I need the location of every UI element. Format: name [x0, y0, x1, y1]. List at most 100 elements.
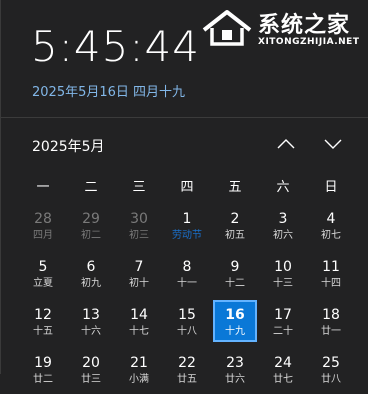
- day-number: 24: [274, 354, 292, 371]
- day-number: 11: [322, 258, 340, 275]
- full-date-link[interactable]: 2025年5月16日 四月十九: [32, 81, 185, 100]
- day-number: 7: [134, 258, 144, 275]
- day-number: 9: [230, 258, 240, 275]
- day-cell[interactable]: 1 劳动节: [163, 202, 211, 250]
- day-cell[interactable]: 19 廿二: [19, 346, 67, 394]
- day-cell[interactable]: 17 二十: [259, 298, 307, 346]
- chevron-down-icon: [324, 139, 342, 149]
- weekday-label: 一: [36, 180, 50, 195]
- day-cell[interactable]: 3 初六: [259, 202, 307, 250]
- lunar-date: 小满: [129, 373, 149, 385]
- lunar-date: 十二: [225, 277, 245, 289]
- lunar-date: 初九: [81, 277, 101, 289]
- day-number: 30: [130, 210, 148, 227]
- house-logo-icon: [202, 10, 252, 46]
- day-number: 10: [274, 258, 292, 275]
- day-cell[interactable]: 10 十三: [259, 250, 307, 298]
- lunar-date: 十三: [273, 277, 293, 289]
- lunar-date: 十四: [321, 277, 341, 289]
- next-month-button[interactable]: [320, 133, 346, 155]
- day-cell[interactable]: 24 廿七: [259, 346, 307, 394]
- day-number: 20: [82, 354, 100, 371]
- day-number: 4: [326, 210, 336, 227]
- month-label[interactable]: 2025年5月: [32, 136, 105, 156]
- day-number: 6: [86, 258, 96, 275]
- lunar-date: 十八: [177, 325, 197, 337]
- lunar-date: 十一: [177, 277, 197, 289]
- day-cell[interactable]: 20 廿三: [67, 346, 115, 394]
- chevron-up-icon: [277, 139, 295, 149]
- day-number: 19: [34, 354, 52, 371]
- weekday-label: 二: [84, 180, 98, 195]
- day-cell[interactable]: 15 十八: [163, 298, 211, 346]
- lunar-date: 廿八: [321, 373, 341, 385]
- weekday-label: 四: [180, 180, 194, 195]
- lunar-date: 初三: [129, 229, 149, 241]
- day-cell[interactable]: 30 初三: [115, 202, 163, 250]
- day-number: 3: [278, 210, 288, 227]
- day-number: 18: [322, 306, 340, 323]
- lunar-date: 十七: [129, 325, 149, 337]
- lunar-date: 初五: [225, 229, 245, 241]
- day-cell[interactable]: 2 初五: [211, 202, 259, 250]
- watermark-title: 系统之家: [258, 13, 351, 38]
- weekday-label: 五: [228, 180, 242, 195]
- lunar-date: 初七: [321, 229, 341, 241]
- day-cell[interactable]: 5 立夏: [19, 250, 67, 298]
- previous-month-button[interactable]: [273, 133, 299, 155]
- lunar-date: 廿一: [321, 325, 341, 337]
- lunar-date: 廿二: [33, 373, 53, 385]
- day-cell[interactable]: 22 廿五: [163, 346, 211, 394]
- day-cell[interactable]: 29 初二: [67, 202, 115, 250]
- day-number: 1: [182, 210, 192, 227]
- day-number: 22: [178, 354, 196, 371]
- day-number: 8: [182, 258, 192, 275]
- divider: [1, 117, 368, 118]
- day-cell-today[interactable]: 16 十九: [211, 298, 259, 346]
- day-number: 2: [230, 210, 240, 227]
- day-cell[interactable]: 13 十六: [67, 298, 115, 346]
- day-cell[interactable]: 12 十五: [19, 298, 67, 346]
- lunar-date: 四月: [33, 229, 53, 241]
- day-number: 29: [82, 210, 100, 227]
- day-cell[interactable]: 25 廿八: [307, 346, 355, 394]
- day-cell[interactable]: 14 十七: [115, 298, 163, 346]
- lunar-date: 廿三: [81, 373, 101, 385]
- weekday-header: 一 二 三 四 五 六 日: [19, 176, 355, 195]
- day-cell[interactable]: 6 初九: [67, 250, 115, 298]
- lunar-date: 十五: [33, 325, 53, 337]
- day-number: 28: [34, 210, 52, 227]
- watermark: 系统之家 XITONGZHIJIA.NET: [194, 4, 364, 52]
- day-number: 21: [130, 354, 148, 371]
- day-cell[interactable]: 28 四月: [19, 202, 67, 250]
- day-cell[interactable]: 9 十二: [211, 250, 259, 298]
- calendar-flyout: 5:45:44 2025年5月16日 四月十九 2025年5月 一 二 三 四 …: [0, 0, 368, 385]
- day-cell[interactable]: 4 初七: [307, 202, 355, 250]
- day-grid: 28 四月 29 初二 30 初三 1 劳动节 2 初五 3 初六 4 初七 5 立夏 6 初九 7 初十 8 十一 9 十二…: [19, 202, 355, 394]
- lunar-date: 初十: [129, 277, 149, 289]
- lunar-date: 十六: [81, 325, 101, 337]
- day-cell[interactable]: 18 廿一: [307, 298, 355, 346]
- lunar-date: 二十: [273, 325, 293, 337]
- lunar-date: 十九: [225, 325, 245, 337]
- lunar-date: 初二: [81, 229, 101, 241]
- weekday-label: 三: [132, 180, 146, 195]
- day-cell[interactable]: 7 初十: [115, 250, 163, 298]
- clock-time: 5:45:44: [31, 22, 200, 71]
- day-number: 13: [82, 306, 100, 323]
- day-number: 25: [322, 354, 340, 371]
- day-number: 5: [38, 258, 48, 275]
- weekday-label: 六: [276, 180, 290, 195]
- watermark-subtitle: XITONGZHIJIA.NET: [258, 37, 360, 47]
- day-cell[interactable]: 23 廿六: [211, 346, 259, 394]
- day-number: 17: [274, 306, 292, 323]
- day-number: 14: [130, 306, 148, 323]
- lunar-date: 初六: [273, 229, 293, 241]
- day-cell[interactable]: 8 十一: [163, 250, 211, 298]
- day-number: 15: [178, 306, 196, 323]
- day-cell[interactable]: 21 小满: [115, 346, 163, 394]
- day-cell[interactable]: 11 十四: [307, 250, 355, 298]
- day-number: 23: [226, 354, 244, 371]
- lunar-date: 廿六: [225, 373, 245, 385]
- weekday-label: 日: [324, 180, 338, 195]
